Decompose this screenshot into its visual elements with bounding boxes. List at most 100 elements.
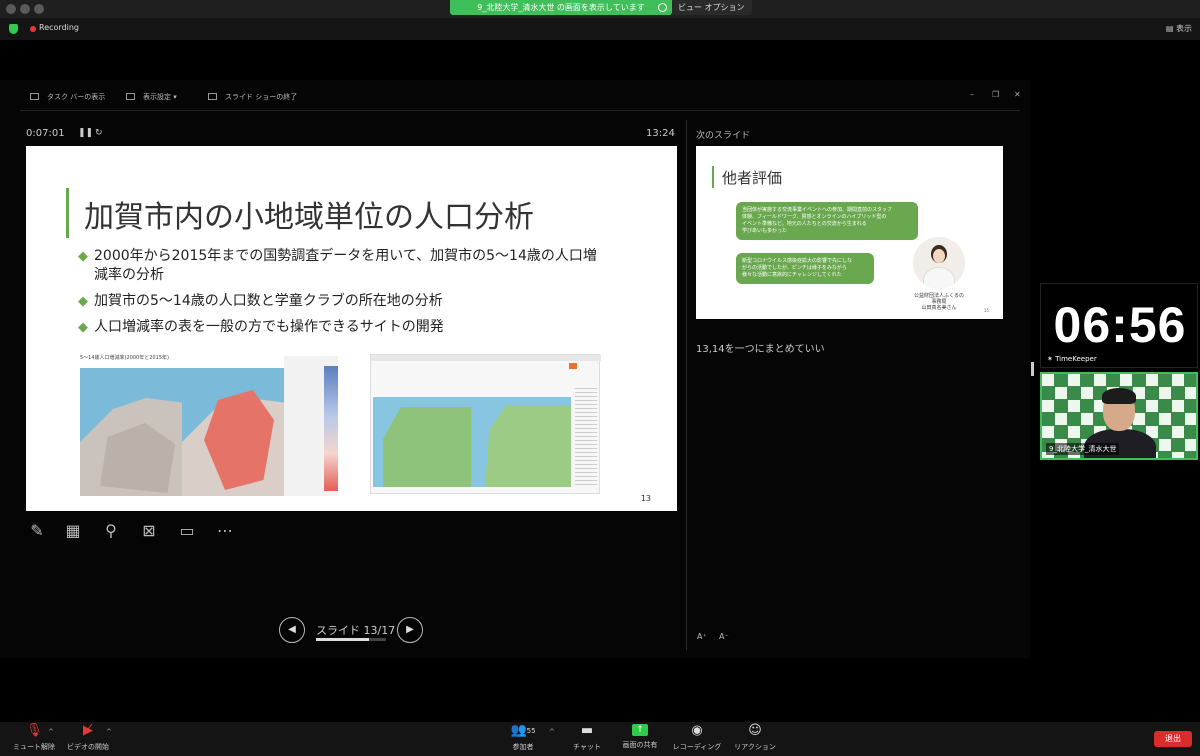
slide-title: 加賀市内の小地域単位の人口分析	[84, 200, 534, 235]
unmute-label: ミュート解除	[13, 743, 55, 751]
legend-list	[575, 385, 597, 485]
more-options-icon[interactable]: ⋯	[214, 520, 236, 542]
avatar-body	[923, 267, 955, 289]
next-title-accent-bar	[712, 166, 714, 188]
background-tile	[1159, 413, 1171, 425]
leave-meeting-button[interactable]: 退出	[1154, 731, 1192, 747]
data-table-strip	[284, 356, 338, 496]
close-window-icon[interactable]	[6, 4, 16, 14]
background-tile	[1172, 400, 1184, 412]
display-settings-label: 表示設定 ▾	[143, 93, 177, 101]
background-tile	[1081, 387, 1093, 399]
timekeeper-video-tile[interactable]: 06:56 ✶ TimeKeeper	[1040, 283, 1198, 368]
background-tile	[1146, 374, 1158, 386]
taskbar-icon	[30, 93, 39, 100]
meeting-controls-bar: 🎙 ミュート解除 ^ ▶̸ ビデオの開始 ^ 👥55 参加者 ^ ▬ チャット …	[0, 722, 1200, 756]
end-slideshow-button[interactable]: スライド ショーの終了	[208, 92, 297, 102]
display-settings-icon	[126, 93, 135, 100]
panel-resize-handle[interactable]	[1031, 362, 1034, 376]
app-map-left	[373, 397, 471, 487]
background-tile	[1042, 400, 1054, 412]
share-screen-icon: ↑	[632, 724, 648, 736]
record-icon: ◉	[691, 723, 703, 738]
participants-caret-icon[interactable]: ^	[549, 728, 555, 736]
pause-icon[interactable]: ❚❚	[78, 128, 93, 138]
chat-button[interactable]: ▬ チャット	[557, 724, 617, 752]
increase-font-button[interactable]: A⁺	[697, 632, 707, 641]
toolbar-divider	[20, 110, 1020, 111]
slide-bullets: 2000年から2015年までの国勢調査データを用いて、加賀市の5～14歳の人口増…	[78, 247, 598, 344]
show-taskbar-button[interactable]: タスク バーの表示	[30, 92, 105, 102]
chat-label: チャット	[573, 743, 601, 751]
bullet-item: 加賀市の5～14歳の人口数と学童クラブの所在地の分析	[78, 292, 598, 311]
reviewer-avatar	[913, 237, 965, 289]
slide-counter[interactable]: スライド 13/17	[316, 622, 395, 638]
view-button[interactable]: ▤ 表示	[1166, 23, 1192, 34]
presenter-view-window: タスク バーの表示 表示設定 ▾ スライド ショーの終了 – ❐ ✕ 0:07:…	[0, 80, 1030, 658]
timekeeper-name-label: TimeKeeper	[1055, 355, 1097, 363]
black-screen-icon[interactable]: ⊠	[138, 520, 160, 542]
feedback-bubble-1: 当団体が実施する交流事業イベントへの参加、期間直前のスタッフ 体験、フィールドワ…	[736, 202, 918, 240]
pen-icon[interactable]: ✎	[26, 520, 48, 542]
record-button[interactable]: ◉ レコーディング	[667, 724, 727, 752]
minimize-icon[interactable]: –	[970, 90, 974, 99]
web-app-screenshot	[370, 354, 601, 494]
next-slide-preview[interactable]: 他者評価 当団体が実施する交流事業イベントへの参加、期間直前のスタッフ 体験、フ…	[696, 146, 1003, 319]
previous-slide-button[interactable]: ◀	[279, 617, 305, 643]
background-tile	[1068, 400, 1080, 412]
recording-label[interactable]: Recording	[39, 23, 79, 32]
participants-icon: 👥55	[510, 723, 536, 738]
bubble-line: 新型コロナウイルス感染症拡大の影響で先にしな	[742, 258, 853, 264]
subtitles-icon[interactable]: ▭	[176, 520, 198, 542]
avatar-face	[933, 249, 945, 263]
view-options-button[interactable]: ビュー オプション ⌄	[672, 0, 752, 27]
reactions-button[interactable]: ☺ リアクション	[725, 724, 785, 752]
recording-dot-icon	[30, 26, 36, 32]
participants-button[interactable]: 👥55 参加者	[493, 724, 553, 752]
unmute-button[interactable]: 🎙 ミュート解除	[4, 724, 64, 752]
app-header-badge	[569, 363, 577, 369]
bubble-line: がらの活動でしたが、ピンチは様子をみながら	[742, 265, 847, 271]
color-scale-column	[324, 366, 338, 491]
background-tile	[1146, 400, 1158, 412]
share-screen-button[interactable]: ↑ 画面の共有	[610, 724, 670, 750]
next-slide-label: 次のスライド	[696, 131, 751, 141]
person-hair	[1102, 388, 1136, 404]
audio-options-caret-icon[interactable]: ^	[48, 728, 54, 736]
zoom-window-icon[interactable]	[34, 4, 44, 14]
background-tile	[1159, 439, 1171, 451]
meeting-topbar: Recording ▤ 表示	[0, 18, 1200, 40]
current-time: 13:24	[646, 128, 675, 139]
feedback-bubble-2: 新型コロナウイルス感染症拡大の影響で先にしな がらの活動でしたが、ピンチは様子を…	[736, 253, 874, 284]
start-video-label: ビデオの開始	[67, 743, 109, 751]
video-options-caret-icon[interactable]: ^	[106, 728, 112, 736]
background-tile	[1042, 374, 1054, 386]
zoom-magnifier-icon[interactable]: ⚲	[100, 520, 122, 542]
background-tile	[1081, 413, 1093, 425]
current-slide: 加賀市内の小地域単位の人口分析 2000年から2015年までの国勢調査データを用…	[26, 146, 677, 511]
decrease-font-button[interactable]: A⁻	[719, 632, 729, 641]
presenter-toolbar: タスク バーの表示 表示設定 ▾ スライド ショーの終了 – ❐ ✕	[0, 88, 1030, 108]
close-icon[interactable]: ✕	[1014, 90, 1021, 99]
security-shield-icon[interactable]	[9, 24, 18, 34]
bullet-item: 人口増減率の表を一般の方でも操作できるサイトの開発	[78, 318, 598, 337]
minimize-window-icon[interactable]	[20, 4, 30, 14]
background-tile	[1055, 413, 1067, 425]
map-2015	[182, 368, 284, 496]
slides-grid-icon[interactable]: ▦	[62, 520, 84, 542]
restart-timer-icon[interactable]: ↻	[95, 128, 103, 138]
pane-splitter[interactable]	[686, 120, 687, 650]
background-tile	[1120, 374, 1132, 386]
background-tile	[1172, 426, 1184, 438]
speaker-notes[interactable]: 13,14を一つにまとめていい	[696, 340, 825, 355]
bubble-line: 体験、フィールドワーク、質感とオンラインのハイブリッド型の	[742, 214, 887, 220]
restore-icon[interactable]: ❐	[992, 90, 999, 99]
timekeeper-time: 06:56	[1053, 297, 1187, 353]
bubble-line: 当団体が実施する交流事業イベントへの参加、期間直前のスタッフ	[742, 207, 893, 213]
presenter-camera-tile[interactable]: 9_北陸大学_清水大世	[1040, 372, 1198, 460]
end-slideshow-label: スライド ショーの終了	[225, 93, 298, 101]
elapsed-timer: 0:07:01	[26, 128, 65, 139]
display-settings-button[interactable]: 表示設定 ▾	[126, 92, 177, 102]
stop-share-icon[interactable]	[658, 3, 667, 12]
next-slide-button[interactable]: ▶	[397, 617, 423, 643]
